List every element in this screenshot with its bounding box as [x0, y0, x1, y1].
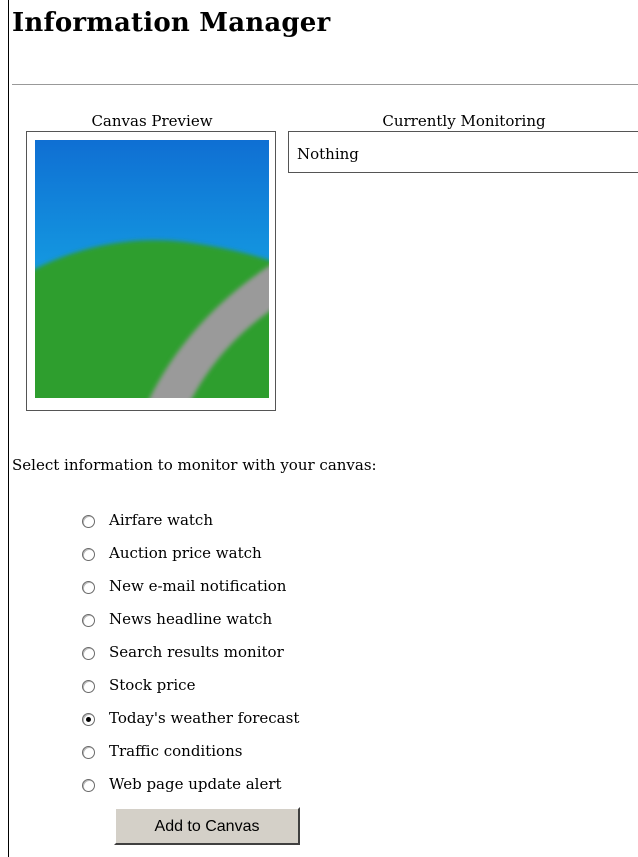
option-label: Traffic conditions [109, 742, 243, 760]
canvas-preview-heading: Canvas Preview [91, 112, 213, 130]
option-label: Today's weather forecast [109, 709, 300, 727]
radio-button[interactable] [82, 515, 95, 528]
radio-button[interactable] [82, 713, 95, 726]
radio-button[interactable] [82, 680, 95, 693]
canvas-preview-image [35, 140, 269, 398]
radio-button[interactable] [82, 614, 95, 627]
option-label: News headline watch [109, 610, 273, 628]
option-auction-price-watch[interactable]: Auction price watch [82, 543, 299, 576]
option-label: Search results monitor [109, 643, 284, 661]
option-todays-weather-forecast[interactable]: Today's weather forecast [82, 708, 299, 741]
option-new-email-notification[interactable]: New e-mail notification [82, 576, 299, 609]
radio-button[interactable] [82, 746, 95, 759]
currently-monitoring-heading: Currently Monitoring [382, 112, 546, 130]
currently-monitoring-value: Nothing [297, 145, 359, 163]
option-label: Auction price watch [109, 544, 262, 562]
monitor-options-list: Airfare watch Auction price watch New e-… [82, 510, 299, 807]
option-label: New e-mail notification [109, 577, 287, 595]
option-search-results-monitor[interactable]: Search results monitor [82, 642, 299, 675]
option-label: Airfare watch [109, 511, 213, 529]
page-title: Information Manager [12, 8, 331, 38]
radio-button[interactable] [82, 779, 95, 792]
option-label: Stock price [109, 676, 196, 694]
option-label: Web page update alert [109, 775, 282, 793]
landscape-illustration [35, 140, 269, 398]
option-stock-price[interactable]: Stock price [82, 675, 299, 708]
add-to-canvas-button[interactable]: Add to Canvas [114, 807, 300, 845]
window-left-border [8, 0, 9, 857]
option-airfare-watch[interactable]: Airfare watch [82, 510, 299, 543]
option-traffic-conditions[interactable]: Traffic conditions [82, 741, 299, 774]
radio-button[interactable] [82, 581, 95, 594]
radio-button[interactable] [82, 548, 95, 561]
option-news-headline-watch[interactable]: News headline watch [82, 609, 299, 642]
horizontal-divider [12, 84, 638, 85]
canvas-preview-frame [26, 131, 276, 411]
radio-button[interactable] [82, 647, 95, 660]
select-information-prompt: Select information to monitor with your … [12, 456, 377, 474]
currently-monitoring-box: Nothing [288, 131, 638, 173]
option-web-page-update-alert[interactable]: Web page update alert [82, 774, 299, 807]
